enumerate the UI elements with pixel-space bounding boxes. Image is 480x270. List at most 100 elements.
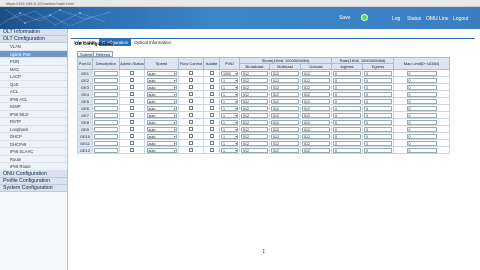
sidebar-item-ipv6-acl[interactable]: IPv6 ACL — [0, 95, 67, 103]
flow-control-checkbox[interactable] — [189, 141, 193, 146]
mac-limit-input[interactable]: 0 — [406, 98, 437, 104]
flow-control-checkbox[interactable] — [189, 99, 193, 104]
unicast-input[interactable]: 512 — [302, 119, 330, 125]
browser-address-bar[interactable]: https://192.168.8.100/action/main.html — [0, 0, 480, 7]
logout-link[interactable]: Logout — [453, 16, 468, 22]
speed-select[interactable]: auto — [146, 112, 177, 118]
egress-input[interactable]: 0 — [364, 91, 392, 97]
unicast-input[interactable]: 512 — [302, 140, 330, 146]
mac-limit-input[interactable]: 0 — [406, 77, 437, 83]
isolate-checkbox[interactable] — [209, 106, 214, 111]
egress-input[interactable]: 0 — [364, 133, 392, 139]
multicast-input[interactable]: 512 — [271, 98, 299, 104]
isolate-checkbox[interactable] — [209, 99, 214, 104]
speed-select[interactable]: auto — [146, 77, 177, 83]
mac-limit-input[interactable]: 0 — [406, 126, 437, 132]
sidebar-item-route[interactable]: Route — [0, 155, 67, 163]
isolate-checkbox[interactable] — [209, 120, 214, 125]
broadcast-input[interactable]: 512 — [241, 84, 268, 90]
sidebar-item-ipv6-mld[interactable]: IPv6 MLD — [0, 110, 67, 118]
isolate-checkbox[interactable] — [209, 127, 214, 132]
flow-control-checkbox[interactable] — [189, 120, 193, 125]
speed-select[interactable]: auto — [146, 133, 177, 139]
pvid-select[interactable]: 1 — [221, 133, 238, 139]
speed-select[interactable]: auto — [146, 91, 177, 97]
unicast-input[interactable]: 512 — [302, 70, 330, 76]
speed-select[interactable]: auto — [146, 119, 177, 125]
admin-status-checkbox[interactable] — [130, 148, 134, 153]
multicast-input[interactable]: 512 — [271, 77, 299, 83]
pvid-select[interactable]: 1000 — [221, 70, 238, 76]
multicast-input[interactable]: 512 — [271, 126, 299, 132]
isolate-checkbox[interactable] — [209, 85, 214, 90]
unicast-input[interactable]: 512 — [302, 84, 330, 90]
isolate-checkbox[interactable] — [209, 78, 214, 83]
sidebar-item-ipv6-route[interactable]: IPv6 Route — [0, 163, 67, 171]
pvid-select[interactable]: 1 — [221, 84, 238, 90]
sidebar-item-onu-configuration[interactable]: ONU Configuration — [0, 170, 67, 178]
pvid-select[interactable]: 1 — [221, 98, 238, 104]
ingress-input[interactable]: 0 — [333, 112, 361, 118]
multicast-input[interactable]: 512 — [271, 91, 299, 97]
pvid-select[interactable]: 1 — [221, 77, 238, 83]
admin-status-checkbox[interactable] — [130, 106, 134, 111]
admin-status-checkbox[interactable] — [130, 134, 134, 139]
flow-control-checkbox[interactable] — [189, 85, 193, 90]
unicast-input[interactable]: 512 — [302, 77, 330, 83]
pvid-select[interactable]: 1 — [221, 119, 238, 125]
mac-limit-input[interactable]: 0 — [406, 147, 437, 153]
broadcast-input[interactable]: 512 — [241, 98, 268, 104]
broadcast-input[interactable]: 512 — [241, 119, 268, 125]
mac-limit-input[interactable]: 0 — [406, 119, 437, 125]
egress-input[interactable]: 0 — [364, 147, 392, 153]
pvid-select[interactable]: 1 — [221, 140, 238, 146]
browser-url[interactable]: https://192.168.8.100/action/main.html — [6, 1, 74, 6]
broadcast-input[interactable]: 512 — [241, 105, 268, 111]
ingress-input[interactable]: 0 — [333, 140, 361, 146]
speed-select[interactable]: auto — [146, 84, 177, 90]
egress-input[interactable]: 0 — [364, 77, 392, 83]
pvid-select[interactable]: 1 — [221, 91, 238, 97]
sidebar-item-uplink-port[interactable]: Uplink Port — [0, 50, 67, 58]
egress-input[interactable]: 0 — [364, 126, 392, 132]
speed-select[interactable]: auto — [146, 126, 177, 132]
description-input[interactable] — [94, 84, 118, 90]
description-input[interactable] — [94, 147, 118, 153]
unicast-input[interactable]: 512 — [302, 112, 330, 118]
speed-select[interactable]: auto — [146, 105, 177, 111]
flow-control-checkbox[interactable] — [189, 134, 193, 139]
sidebar-item-dhcpv6[interactable]: DHCPv6 — [0, 140, 67, 148]
admin-status-checkbox[interactable] — [130, 92, 134, 97]
sidebar-item-dhcp[interactable]: DHCP — [0, 133, 67, 141]
unicast-input[interactable]: 512 — [302, 126, 330, 132]
pvid-select[interactable]: 1 — [221, 112, 238, 118]
isolate-checkbox[interactable] — [209, 113, 214, 118]
description-input[interactable] — [94, 98, 118, 104]
egress-input[interactable]: 0 — [364, 84, 392, 90]
mac-limit-input[interactable]: 0 — [406, 91, 437, 97]
admin-status-checkbox[interactable] — [130, 113, 134, 118]
sidebar-item-profile-configuration[interactable]: Profile Configuration — [0, 177, 67, 185]
sidebar-item-system-configuration[interactable]: System Configuration — [0, 184, 67, 192]
flow-control-checkbox[interactable] — [189, 71, 193, 76]
description-input[interactable] — [94, 119, 118, 125]
broadcast-input[interactable]: 512 — [241, 70, 268, 76]
admin-status-checkbox[interactable] — [130, 71, 134, 76]
admin-status-checkbox[interactable] — [130, 85, 134, 90]
description-input[interactable] — [94, 77, 118, 83]
mac-limit-input[interactable]: 0 — [406, 70, 437, 76]
isolate-checkbox[interactable] — [209, 92, 214, 97]
ingress-input[interactable]: 0 — [333, 105, 361, 111]
flow-control-checkbox[interactable] — [189, 106, 193, 111]
unicast-input[interactable]: 512 — [302, 147, 330, 153]
broadcast-input[interactable]: 512 — [241, 140, 268, 146]
multicast-input[interactable]: 512 — [271, 84, 299, 90]
speed-select[interactable]: auto — [146, 70, 177, 76]
egress-input[interactable]: 0 — [364, 70, 392, 76]
pvid-select[interactable]: 1 — [221, 105, 238, 111]
ingress-input[interactable]: 0 — [333, 70, 361, 76]
sidebar-item-qos[interactable]: QoS — [0, 80, 67, 88]
sidebar-item-olt-information[interactable]: OLT Information — [0, 29, 67, 36]
flow-control-checkbox[interactable] — [189, 78, 193, 83]
multicast-input[interactable]: 512 — [271, 140, 299, 146]
